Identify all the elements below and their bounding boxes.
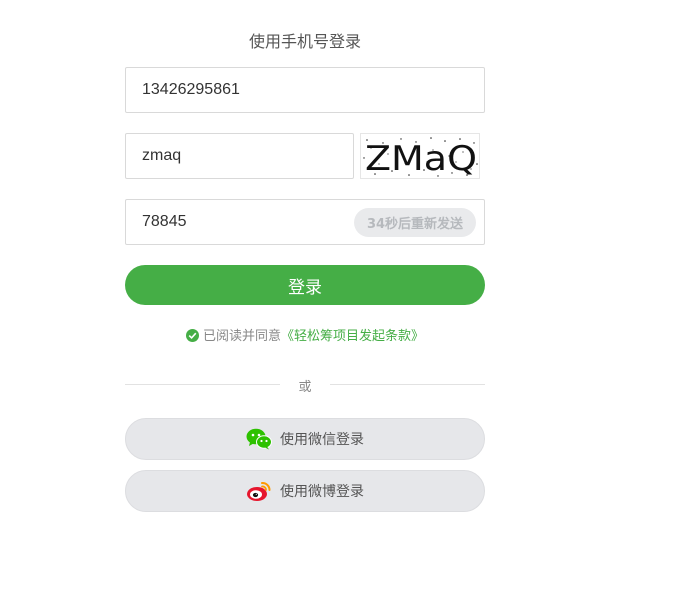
phone-input[interactable] [126,68,484,112]
captcha-noise: ZMaQ [363,137,478,179]
divider-left [125,384,280,385]
weibo-login-label: 使用微博登录 [280,484,364,500]
weibo-icon [246,480,272,502]
page-title: 使用手机号登录 [248,32,361,51]
agreement-row: 已阅读并同意《轻松筹项目发起条款》 [0,325,610,344]
captcha-image[interactable]: ZMaQ [360,133,480,179]
login-page: 使用手机号登录 ZMaQ 34秒后重新发送 登录 [0,0,682,614]
captcha-text: ZMaQ [365,139,477,179]
divider-label: 或 [298,380,312,395]
sms-code-field[interactable]: 34秒后重新发送 [125,199,485,245]
checkmark-icon[interactable] [185,329,199,342]
phone-field[interactable] [125,67,485,113]
wechat-login-label: 使用微信登录 [280,432,364,448]
agreement-text: 已阅读并同意 [202,329,281,344]
wechat-login-button[interactable]: 使用微信登录 [125,418,485,460]
captcha-input[interactable] [126,134,353,178]
login-button[interactable]: 登录 [125,265,485,305]
wechat-icon [246,428,272,450]
sms-code-input[interactable] [126,200,346,244]
resend-code-button[interactable]: 34秒后重新发送 [354,208,476,237]
divider-right [330,384,485,385]
weibo-login-button[interactable]: 使用微博登录 [125,470,485,512]
terms-link[interactable]: 《轻松筹项目发起条款》 [281,329,424,344]
captcha-field[interactable] [125,133,354,179]
